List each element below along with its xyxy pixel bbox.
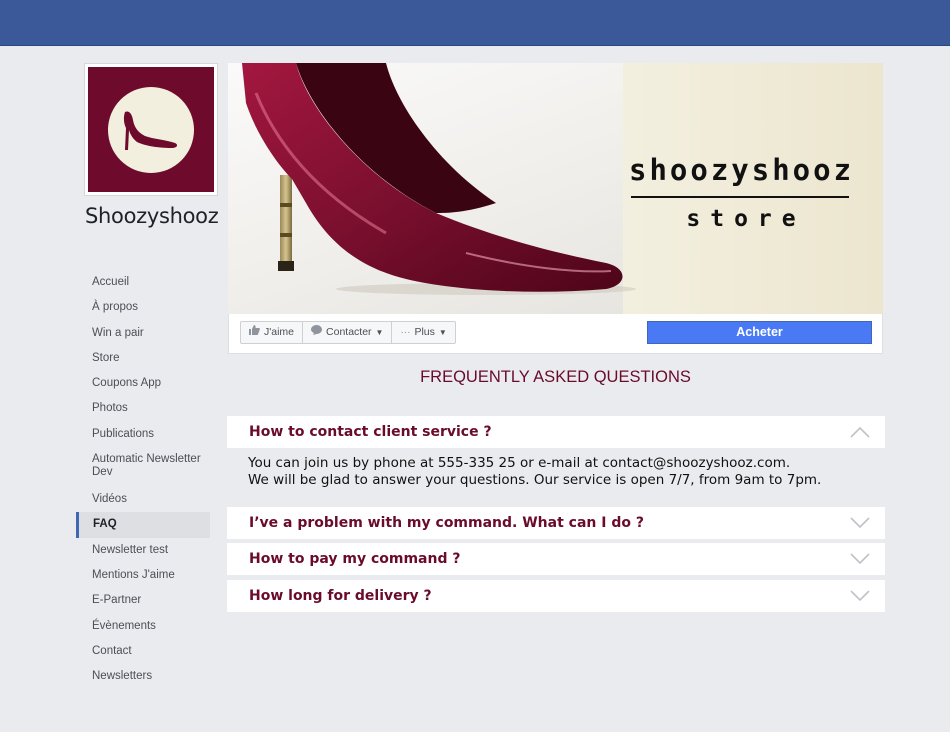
caret-down-icon: ▼ [375, 328, 384, 337]
nav-item-videos[interactable]: Vidéos [76, 487, 210, 512]
caret-down-icon: ▼ [438, 328, 447, 337]
nav-item-photos[interactable]: Photos [76, 396, 210, 421]
profile-picture[interactable] [84, 63, 218, 196]
cover-brand-title: shoozyshooz [629, 153, 855, 187]
contact-button[interactable]: Contacter ▼ [303, 322, 393, 343]
faq-item-payment: How to pay my command ? [227, 543, 885, 575]
faq-question-text: How to contact client service ? [249, 424, 492, 440]
faq-heading: FREQUENTLY ASKED QUESTIONS [420, 368, 691, 386]
faq-item-command-problem: I’ve a problem with my command. What can… [227, 507, 885, 539]
chevron-down-icon [849, 552, 871, 566]
faq-answer-line: We will be glad to answer your questions… [248, 472, 822, 488]
faq-question-text: How to pay my command ? [249, 551, 461, 567]
ellipsis-icon: ··· [400, 327, 411, 338]
faq-question-text: How long for delivery ? [249, 588, 432, 604]
nav-item-evenements[interactable]: Évènements [76, 614, 210, 639]
profile-logo-background [88, 67, 214, 192]
faq-question-toggle[interactable]: How to contact client service ? [227, 416, 885, 448]
cover-photo[interactable]: shoozyshooz store [228, 63, 883, 314]
nav-item-a-propos[interactable]: À propos [76, 295, 210, 320]
nav-item-accueil[interactable]: Accueil [76, 270, 210, 295]
like-button[interactable]: J'aime [241, 322, 304, 343]
nav-item-mentions-jaime[interactable]: Mentions J'aime [76, 563, 210, 588]
faq-answer-contact-service: You can join us by phone at 555-335 25 o… [248, 455, 868, 489]
faq-answer-line: You can join us by phone at 555-335 25 o… [248, 455, 791, 471]
nav-item-contact[interactable]: Contact [76, 639, 210, 664]
more-button-label: Plus [414, 326, 435, 338]
faq-question-toggle[interactable]: How long for delivery ? [227, 580, 885, 612]
chevron-up-icon [849, 425, 871, 439]
page-name[interactable]: Shoozyshooz [85, 204, 219, 228]
faq-question-toggle[interactable]: I’ve a problem with my command. What can… [227, 507, 885, 539]
page-action-buttons: J'aime Contacter ▼ ··· Plus ▼ [240, 321, 456, 344]
chat-bubble-icon [311, 322, 323, 343]
page-action-bar: J'aime Contacter ▼ ··· Plus ▼ Acheter [228, 314, 883, 354]
faq-question-text: I’ve a problem with my command. What can… [249, 515, 644, 531]
cover-brand-text: shoozyshooz store [629, 153, 851, 232]
page-sidebar-nav: Accueil À propos Win a pair Store Coupon… [76, 270, 210, 689]
top-navigation-bar [0, 0, 950, 46]
nav-item-newsletters[interactable]: Newsletters [76, 664, 210, 689]
more-button[interactable]: ··· Plus ▼ [392, 322, 454, 343]
nav-item-coupons-app[interactable]: Coupons App [76, 371, 210, 396]
buy-button[interactable]: Acheter [647, 321, 872, 344]
contact-button-label: Contacter [326, 326, 372, 338]
nav-item-faq[interactable]: FAQ [76, 512, 210, 538]
red-pump-shoe-image [242, 63, 636, 295]
cover-brand-subtitle: store [686, 206, 806, 232]
nav-item-e-partner[interactable]: E-Partner [76, 588, 210, 613]
like-button-label: J'aime [264, 326, 295, 338]
chevron-down-icon [849, 589, 871, 603]
nav-item-win-a-pair[interactable]: Win a pair [76, 321, 210, 346]
nav-item-newsletter-test[interactable]: Newsletter test [76, 538, 210, 563]
nav-item-publications[interactable]: Publications [76, 422, 210, 447]
profile-logo-circle [108, 86, 194, 173]
cover-brand-divider [631, 196, 849, 198]
high-heel-logo-icon [123, 110, 178, 150]
chevron-down-icon [849, 516, 871, 530]
thumbs-up-icon [249, 322, 260, 343]
faq-item-delivery: How long for delivery ? [227, 580, 885, 612]
faq-question-toggle[interactable]: How to pay my command ? [227, 543, 885, 575]
nav-item-automatic-newsletter-dev[interactable]: Automatic Newsletter Dev [76, 447, 210, 487]
faq-item-contact-service: How to contact client service ? [227, 416, 885, 448]
nav-item-store[interactable]: Store [76, 346, 210, 371]
